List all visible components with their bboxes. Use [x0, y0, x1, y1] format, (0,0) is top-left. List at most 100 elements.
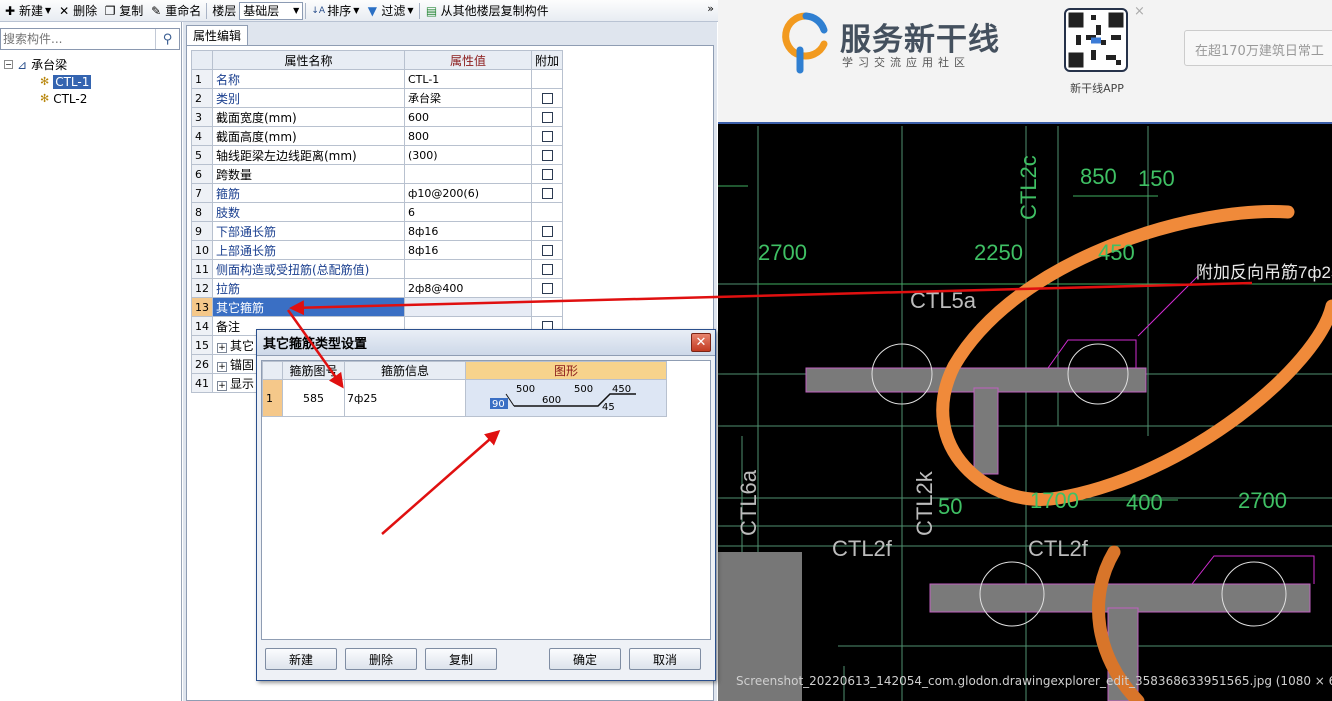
new-button[interactable]: ✚ 新建 ▼	[0, 1, 54, 21]
rename-icon: ✎	[151, 3, 162, 18]
table-row[interactable]: 8 肢数 6	[191, 202, 564, 222]
toolbar-divider	[418, 2, 420, 19]
delete-button[interactable]: ✕ 删除	[54, 1, 100, 21]
row-number: 41	[191, 373, 213, 393]
extra-checkbox[interactable]	[541, 131, 553, 142]
collapse-icon[interactable]: −	[4, 60, 13, 69]
new-stirrup-button[interactable]: 新建	[265, 648, 337, 670]
dim-450: 450	[612, 384, 631, 395]
ok-button[interactable]: 确定	[549, 648, 621, 670]
property-value[interactable]: 600	[404, 107, 532, 127]
stirrup-shape-cell[interactable]: 500 500 450 600 90 45	[465, 379, 667, 417]
extra-checkbox[interactable]	[541, 112, 553, 123]
property-value[interactable]: ф10@200(6)	[404, 183, 532, 203]
table-row[interactable]: 4 截面高度(mm) 800	[191, 126, 564, 146]
sort-button[interactable]: ↓A 排序 ▼	[308, 1, 362, 21]
banner-search-input[interactable]: 在超170万建筑日常工	[1184, 30, 1332, 66]
table-row[interactable]: 12 拉筋 2ф8@400	[191, 278, 564, 298]
floor-select[interactable]: 基础层 ▼	[239, 1, 304, 20]
dialog-title-bar: 其它箍筋类型设置 ✕	[257, 330, 715, 356]
table-row[interactable]: 1 名称 CTL-1	[191, 69, 564, 89]
component-tree: − ⊿ 承台梁 ✻ CTL-1 ✻ CTL-2	[4, 56, 92, 107]
extra-checkbox[interactable]	[541, 283, 553, 294]
stirrup-code[interactable]: 585	[282, 379, 345, 417]
stirrup-info[interactable]: 7ф25	[344, 379, 466, 417]
cad-label-2250: 2250	[974, 240, 1023, 265]
table-row[interactable]: 5 轴线距梁左边线距离(mm) (300)	[191, 145, 564, 165]
banner-close-icon[interactable]: ×	[1134, 4, 1145, 19]
extra-cell	[530, 164, 564, 184]
extra-checkbox[interactable]	[541, 226, 553, 237]
table-row[interactable]: 9 下部通长筋 8ф16	[191, 221, 564, 241]
property-value[interactable]	[404, 297, 532, 317]
grid-corner	[191, 50, 213, 70]
delete-stirrup-button[interactable]: 删除	[345, 648, 417, 670]
extra-checkbox[interactable]	[541, 93, 553, 104]
copy-from-floor-button[interactable]: ▤ 从其他楼层复制构件	[422, 1, 552, 21]
copy-stirrup-button[interactable]: 复制	[425, 648, 497, 670]
cad-label-1700: 1700	[1030, 488, 1079, 513]
row-number: 12	[191, 278, 213, 298]
brand-logo-icon	[782, 12, 828, 74]
expand-icon[interactable]: +	[217, 380, 227, 391]
extra-checkbox[interactable]	[541, 245, 553, 256]
column-header-shape: 图形	[465, 361, 667, 380]
table-row[interactable]: 6 跨数量	[191, 164, 564, 184]
row-number: 15	[191, 335, 213, 355]
property-value[interactable]: CTL-1	[404, 69, 532, 89]
property-value[interactable]: 承台梁	[404, 88, 532, 108]
tree-item-ctl-2[interactable]: ✻ CTL-2	[4, 90, 91, 107]
dialog-title: 其它箍筋类型设置	[263, 337, 368, 352]
toolbar-overflow-button[interactable]: »	[707, 2, 714, 15]
dim-90: 90	[492, 399, 505, 410]
grid-corner	[262, 361, 283, 380]
grid-header-row: 属性名称 属性值 附加	[191, 50, 564, 70]
search-input[interactable]	[1, 29, 155, 49]
property-value[interactable]: 6	[404, 202, 532, 222]
filter-button[interactable]: ▼ 过滤 ▼	[362, 1, 416, 21]
cancel-button[interactable]: 取消	[629, 648, 701, 670]
expand-icon[interactable]: +	[217, 342, 227, 353]
stirrup-shape-drawing: 500 500 450 600 90 45	[490, 384, 636, 413]
property-value[interactable]	[404, 164, 532, 184]
table-row[interactable]: 10 上部通长筋 8ф16	[191, 240, 564, 260]
property-value[interactable]	[404, 259, 532, 279]
search-icon[interactable]: ⚲	[155, 29, 179, 49]
table-row[interactable]: 7 箍筋 ф10@200(6)	[191, 183, 564, 203]
property-value[interactable]: 2ф8@400	[404, 278, 532, 298]
dim-45: 45	[602, 402, 615, 413]
table-row[interactable]: 1 585 7ф25 500 500 450 600 90 45	[262, 379, 667, 417]
filter-icon: ▼	[367, 3, 378, 18]
extra-checkbox[interactable]	[541, 150, 553, 161]
property-value[interactable]: 8ф16	[404, 240, 532, 260]
rename-button[interactable]: ✎ 重命名	[146, 1, 204, 21]
tree-item-label: 承台梁	[31, 58, 68, 72]
tree-item-root[interactable]: − ⊿ 承台梁	[4, 56, 91, 73]
cad-label-400: 400	[1126, 490, 1163, 515]
floor-select-value: 基础层	[243, 4, 280, 18]
tab-property-edit[interactable]: 属性编辑	[186, 25, 248, 45]
table-row[interactable]: 3 截面宽度(mm) 600	[191, 107, 564, 127]
tree-item-ctl-1[interactable]: ✻ CTL-1	[4, 73, 92, 90]
extra-cell	[530, 126, 564, 146]
copy-button[interactable]: ❐ 复制	[100, 1, 146, 21]
table-row[interactable]: 2 类别 承台梁	[191, 88, 564, 108]
expand-icon[interactable]: +	[217, 361, 227, 372]
property-value[interactable]: 8ф16	[404, 221, 532, 241]
sort-label: 排序	[327, 4, 352, 18]
chevron-down-icon: ▼	[45, 6, 52, 15]
property-name: 类别	[212, 88, 405, 108]
brand-name: 服务新干线	[840, 22, 1000, 58]
close-icon[interactable]: ✕	[691, 333, 711, 352]
image-caption: Screenshot_20220613_142054_com.glodon.dr…	[736, 674, 1332, 688]
table-row[interactable]: 11 侧面构造或受扭筋(总配筋值)	[191, 259, 564, 279]
extra-checkbox[interactable]	[541, 264, 553, 275]
extra-checkbox[interactable]	[541, 169, 553, 180]
property-name: 侧面构造或受扭筋(总配筋值)	[212, 259, 405, 279]
property-name: 截面高度(mm)	[212, 126, 405, 146]
extra-checkbox[interactable]	[541, 188, 553, 199]
row-number: 1	[191, 69, 213, 89]
table-row-selected[interactable]: 13 其它箍筋	[191, 297, 564, 317]
property-value[interactable]: (300)	[404, 145, 532, 165]
property-value[interactable]: 800	[404, 126, 532, 146]
